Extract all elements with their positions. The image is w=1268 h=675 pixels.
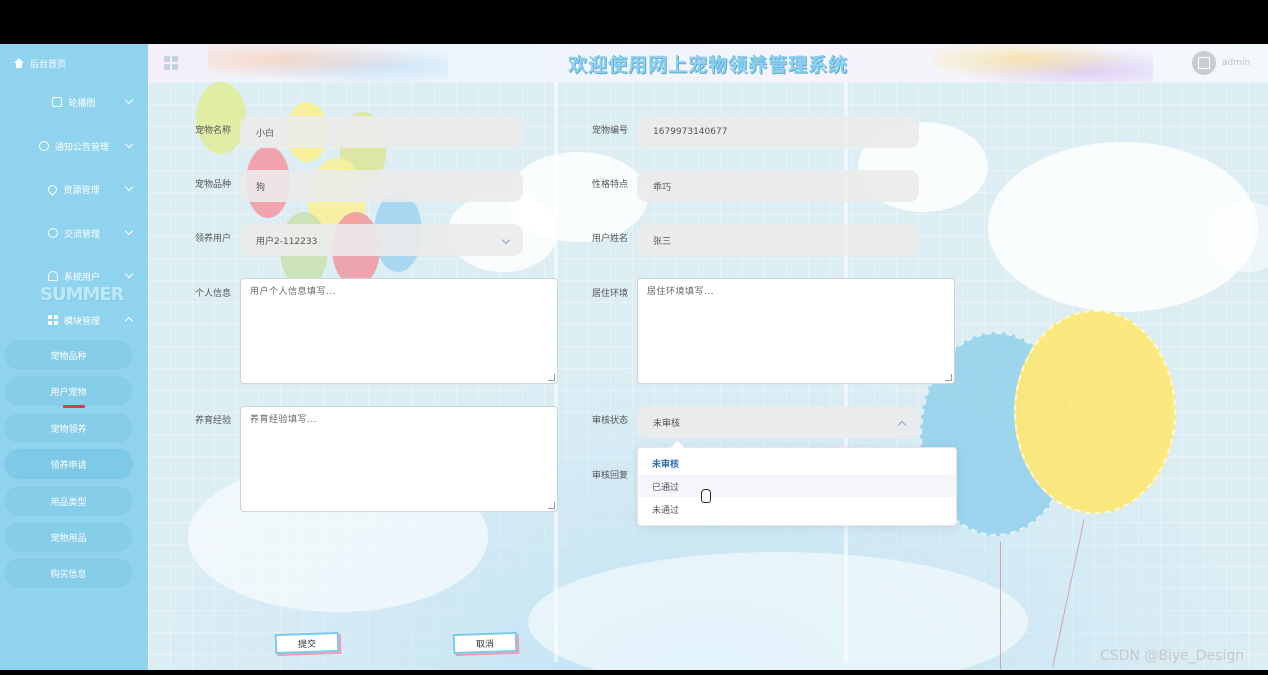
label-pet-no: 宠物编号: [592, 126, 629, 136]
option-pending[interactable]: 未审核: [638, 452, 956, 474]
breed-field[interactable]: 狗: [240, 170, 523, 202]
sidebar-home-label: 后台首页: [30, 59, 67, 70]
submenu-label: 用品类型: [50, 497, 87, 508]
menu-label: 轮播图: [68, 98, 96, 109]
review-status-select[interactable]: 未审核: [637, 406, 919, 438]
submenu-label: 宠物领养: [50, 424, 87, 435]
label-living-env: 居住环境: [592, 289, 629, 299]
personal-info-textarea[interactable]: 用户个人信息填写...: [240, 278, 558, 384]
app-window: 后台首页 轮播图 通知公告管理 资源管理 交流管理 系统用户 SUMMER 模块…: [0, 44, 1268, 670]
living-env-textarea[interactable]: 居住环境填写...: [637, 278, 955, 384]
page-title: 欢迎使用网上宠物领养管理系统: [567, 54, 848, 76]
menu-toggle-icon[interactable]: [164, 56, 178, 70]
adopter-select[interactable]: 用户2-112233: [240, 224, 523, 256]
chevron-down-icon: [124, 139, 134, 149]
cancel-button[interactable]: 取消: [452, 631, 518, 655]
submenu-pet-adoption[interactable]: 宠物领养: [3, 412, 134, 444]
chevron-up-icon: [897, 420, 907, 430]
chevron-down-icon: [124, 269, 134, 279]
chevron-down-icon: [124, 95, 134, 105]
sidebar-menu-notice[interactable]: 通知公告管理: [0, 136, 148, 156]
chevron-down-icon: [501, 235, 511, 245]
active-marker: [63, 405, 85, 408]
chat-icon: [47, 228, 58, 238]
label-review-status: 审核状态: [592, 416, 629, 426]
home-icon: [14, 58, 24, 68]
sidebar-menu-chat[interactable]: 交流管理: [0, 223, 148, 243]
submenu-label: 购买信息: [50, 569, 87, 580]
sidebar-menu-resource[interactable]: 资源管理: [0, 179, 148, 199]
submenu-pet-breed[interactable]: 宠物品种: [3, 339, 134, 371]
pet-name-field[interactable]: 小白: [240, 116, 523, 148]
watermark: CSDN @Biye_Design: [1100, 648, 1245, 664]
info-icon: [38, 141, 49, 151]
label-review-reply: 审核回复: [592, 471, 629, 481]
label-personal-info: 个人信息: [195, 289, 232, 299]
option-rejected[interactable]: 未通过: [638, 498, 956, 520]
submenu-purchase-info[interactable]: 购买信息: [3, 557, 134, 589]
experience-textarea[interactable]: 养育经验填写...: [240, 406, 558, 512]
label-adopter: 领养用户: [195, 234, 232, 244]
sidebar: 后台首页 轮播图 通知公告管理 资源管理 交流管理 系统用户 SUMMER 模块…: [0, 44, 148, 670]
label-breed: 宠物品种: [195, 180, 232, 190]
review-status-dropdown: 未审核 已通过 未通过: [637, 447, 957, 526]
pet-no-field[interactable]: 1679973140677: [637, 116, 919, 148]
menu-label: 通知公告管理: [54, 142, 109, 153]
user-name-field[interactable]: 张三: [637, 224, 919, 256]
username[interactable]: admin: [1222, 58, 1250, 68]
review-status-value: 未审核: [653, 418, 681, 429]
decorative-sticker: SUMMER: [40, 284, 125, 305]
user-icon: [47, 271, 58, 281]
sidebar-menu-users[interactable]: 系统用户: [0, 266, 148, 286]
menu-label: 系统用户: [63, 272, 100, 283]
submit-button[interactable]: 提交: [274, 631, 340, 655]
avatar[interactable]: [1192, 51, 1216, 75]
header-decoration: [933, 44, 1153, 82]
chevron-down-icon: [124, 182, 134, 192]
label-trait: 性格特点: [592, 180, 629, 190]
location-icon: [46, 182, 60, 196]
label-user-name: 用户姓名: [592, 234, 629, 244]
chevron-down-icon: [124, 226, 134, 236]
grid-icon: [47, 315, 58, 325]
sidebar-menu-modules[interactable]: 模块管理: [0, 310, 148, 330]
submenu-user-pet[interactable]: 用户宠物: [3, 375, 134, 408]
submenu-adoption-apply[interactable]: 领养申请: [3, 448, 134, 480]
submenu-label: 宠物品种: [50, 351, 87, 362]
label-pet-name: 宠物名称: [195, 126, 232, 136]
menu-label: 资源管理: [63, 185, 100, 196]
menu-label: 模块管理: [63, 316, 100, 327]
chevron-up-icon: [124, 316, 134, 326]
balloon-decoration: [196, 82, 246, 154]
pointer-cursor-icon: [701, 489, 711, 503]
image-icon: [52, 97, 63, 107]
submenu-label: 宠物用品: [50, 533, 87, 544]
adopter-select-value: 用户2-112233: [256, 236, 318, 247]
header-decoration: [208, 44, 448, 82]
submenu-pet-supplies[interactable]: 宠物用品: [3, 521, 134, 553]
top-header: 欢迎使用网上宠物领养管理系统 admin: [148, 44, 1268, 82]
trait-field[interactable]: 乖巧: [637, 170, 919, 202]
balloon-string: [1000, 542, 1001, 670]
sidebar-menu-carousel[interactable]: 轮播图: [0, 92, 148, 112]
submenu-label: 用户宠物: [50, 387, 87, 398]
option-approved[interactable]: 已通过: [638, 475, 956, 497]
menu-label: 交流管理: [63, 229, 100, 240]
submenu-supply-type[interactable]: 用品类型: [3, 485, 134, 517]
label-experience: 养育经验: [195, 416, 232, 426]
balloon-decoration: [1014, 310, 1176, 514]
submenu-label: 领养申请: [50, 460, 87, 471]
sidebar-home[interactable]: 后台首页: [14, 56, 66, 70]
